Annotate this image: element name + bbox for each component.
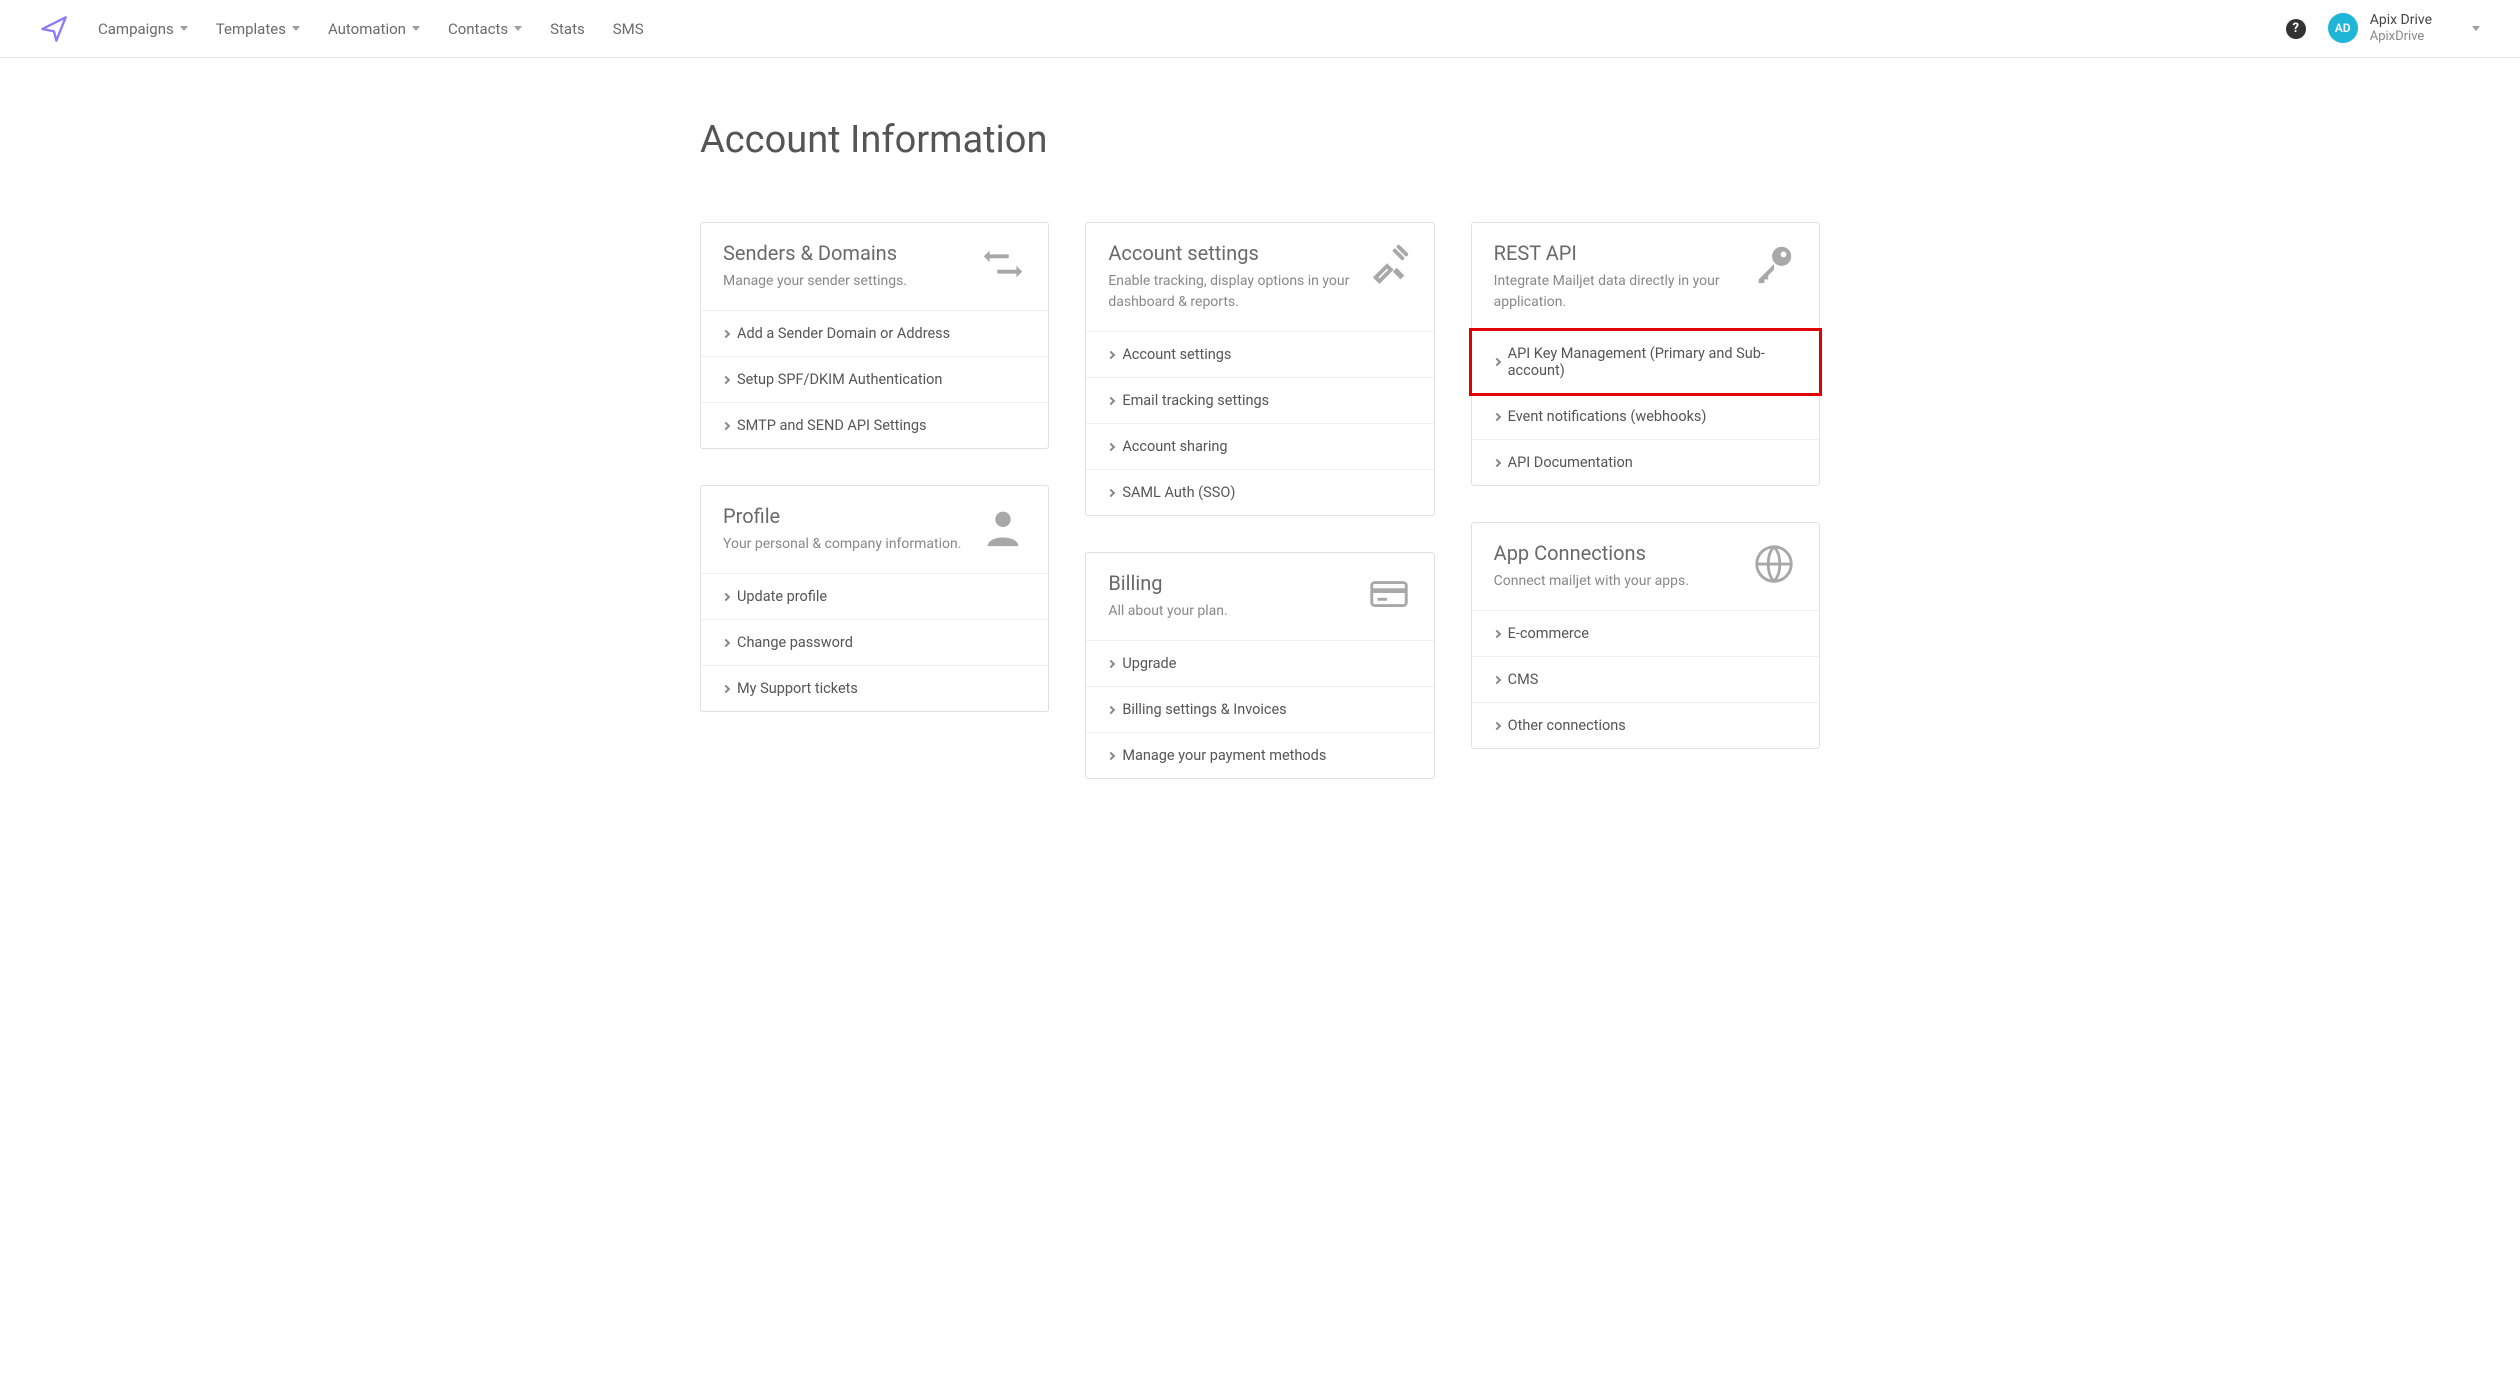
tools-icon [1366, 241, 1412, 287]
link-upgrade[interactable]: Upgrade [1086, 640, 1433, 686]
chevron-right-icon [1492, 458, 1500, 466]
chevron-right-icon [722, 329, 730, 337]
chevron-down-icon [514, 26, 522, 31]
page-content: Account Information Senders & Domains Ma… [680, 58, 1840, 859]
link-change-password[interactable]: Change password [701, 619, 1048, 665]
card-desc: All about your plan. [1108, 601, 1351, 622]
link-support-tickets[interactable]: My Support tickets [701, 665, 1048, 711]
card-desc: Integrate Mailjet data directly in your … [1494, 271, 1737, 313]
link-payment-methods[interactable]: Manage your payment methods [1086, 732, 1433, 778]
link-ecommerce[interactable]: E-commerce [1472, 610, 1819, 656]
card-senders-domains: Senders & Domains Manage your sender set… [700, 222, 1049, 449]
link-add-sender[interactable]: Add a Sender Domain or Address [701, 310, 1048, 356]
link-cms[interactable]: CMS [1472, 656, 1819, 702]
chevron-right-icon [1492, 675, 1500, 683]
chevron-right-icon [1107, 350, 1115, 358]
user-org: ApixDrive [2370, 29, 2432, 45]
link-api-documentation[interactable]: API Documentation [1472, 439, 1819, 485]
card-desc: Enable tracking, display options in your… [1108, 271, 1351, 313]
chevron-right-icon [722, 592, 730, 600]
card-title: Account settings [1108, 241, 1351, 265]
card-billing: Billing All about your plan. Upgrade Bil… [1085, 552, 1434, 779]
chevron-right-icon [1107, 442, 1115, 450]
credit-card-icon [1366, 571, 1412, 617]
card-title: Profile [723, 504, 966, 528]
link-account-settings[interactable]: Account settings [1086, 331, 1433, 377]
card-title: Billing [1108, 571, 1351, 595]
link-other-connections[interactable]: Other connections [1472, 702, 1819, 748]
card-title: Senders & Domains [723, 241, 966, 265]
topbar: Campaigns Templates Automation Contacts … [0, 0, 2520, 58]
nav-automation[interactable]: Automation [328, 20, 420, 38]
link-smtp-api[interactable]: SMTP and SEND API Settings [701, 402, 1048, 448]
chevron-right-icon [1107, 659, 1115, 667]
card-profile: Profile Your personal & company informat… [700, 485, 1049, 712]
chevron-right-icon [1107, 488, 1115, 496]
card-desc: Your personal & company information. [723, 534, 966, 555]
card-title: App Connections [1494, 541, 1737, 565]
chevron-down-icon [412, 26, 420, 31]
link-api-key-management[interactable]: API Key Management (Primary and Sub-acco… [1469, 328, 1822, 396]
chevron-down-icon [180, 26, 188, 31]
card-app-connections: App Connections Connect mailjet with you… [1471, 522, 1820, 749]
chevron-right-icon [722, 421, 730, 429]
paper-plane-icon [40, 15, 68, 43]
avatar: AD [2328, 13, 2358, 43]
main-nav: Campaigns Templates Automation Contacts … [98, 20, 644, 38]
nav-campaigns[interactable]: Campaigns [98, 20, 188, 38]
card-title: REST API [1494, 241, 1737, 265]
link-email-tracking[interactable]: Email tracking settings [1086, 377, 1433, 423]
logo[interactable] [40, 15, 68, 43]
help-icon[interactable]: ? [2286, 19, 2306, 39]
chevron-right-icon [1107, 751, 1115, 759]
chevron-right-icon [1492, 629, 1500, 637]
link-billing-invoices[interactable]: Billing settings & Invoices [1086, 686, 1433, 732]
globe-icon [1751, 541, 1797, 587]
chevron-right-icon [722, 638, 730, 646]
link-event-webhooks[interactable]: Event notifications (webhooks) [1472, 393, 1819, 439]
chevron-right-icon [1107, 705, 1115, 713]
chevron-right-icon [722, 684, 730, 692]
card-rest-api: REST API Integrate Mailjet data directly… [1471, 222, 1820, 486]
chevron-down-icon [292, 26, 300, 31]
link-saml-sso[interactable]: SAML Auth (SSO) [1086, 469, 1433, 515]
card-account-settings: Account settings Enable tracking, displa… [1085, 222, 1434, 516]
person-icon [980, 504, 1026, 550]
chevron-right-icon [722, 375, 730, 383]
chevron-right-icon [1107, 396, 1115, 404]
arrows-icon [980, 241, 1026, 287]
user-name: Apix Drive [2370, 12, 2432, 29]
nav-templates[interactable]: Templates [216, 20, 300, 38]
card-desc: Manage your sender settings. [723, 271, 966, 292]
card-desc: Connect mailjet with your apps. [1494, 571, 1737, 592]
chevron-right-icon [1492, 412, 1500, 420]
key-icon [1751, 241, 1797, 287]
nav-sms[interactable]: SMS [613, 20, 644, 38]
chevron-right-icon [1492, 721, 1500, 729]
chevron-down-icon [2472, 26, 2480, 31]
page-title: Account Information [700, 118, 1820, 162]
chevron-right-icon [1492, 358, 1500, 366]
nav-contacts[interactable]: Contacts [448, 20, 522, 38]
nav-stats[interactable]: Stats [550, 20, 585, 38]
link-update-profile[interactable]: Update profile [701, 573, 1048, 619]
link-account-sharing[interactable]: Account sharing [1086, 423, 1433, 469]
user-menu[interactable]: AD Apix Drive ApixDrive [2328, 12, 2480, 44]
link-spf-dkim[interactable]: Setup SPF/DKIM Authentication [701, 356, 1048, 402]
